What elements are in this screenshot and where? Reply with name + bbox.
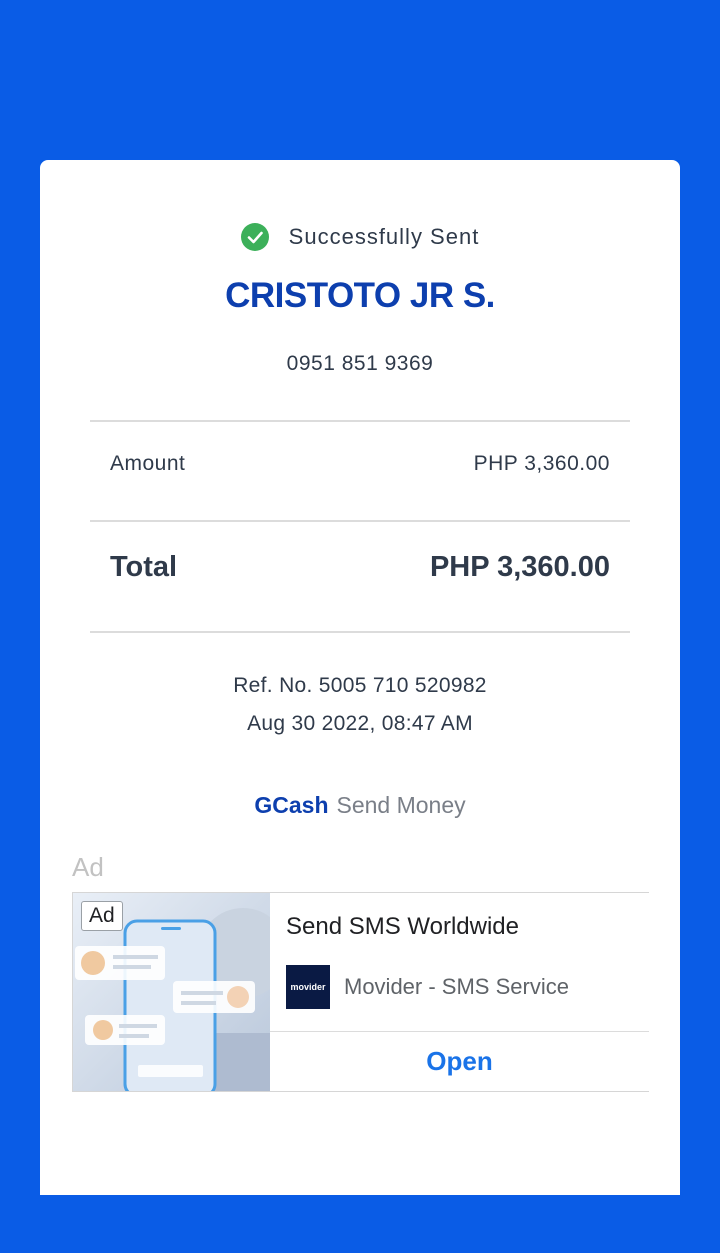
ad-section-label: Ad: [72, 852, 104, 882]
divider: [90, 520, 630, 522]
service-name: Send Money: [336, 792, 466, 818]
advertiser-name[interactable]: Movider - SMS Service: [344, 974, 569, 1000]
amount-label: Amount: [110, 452, 186, 475]
total-label: Total: [110, 551, 178, 583]
ad-badge: Ad: [81, 901, 123, 931]
status-row: Successfully Sent: [40, 222, 680, 252]
total-row: Total PHP 3,360.00: [110, 551, 610, 584]
recipient-number: 0951 851 9369: [286, 352, 434, 375]
ad-image[interactable]: Ad: [73, 893, 270, 1091]
advertiser-logo-text: movider: [290, 982, 326, 992]
amount-row: Amount PHP 3,360.00: [110, 452, 610, 476]
recipient-name: CRISTOTO JR S.: [225, 276, 495, 315]
gcash-brand: GCash: [254, 792, 329, 818]
advertiser-logo: movider: [286, 965, 330, 1009]
total-value: PHP 3,360.00: [429, 551, 610, 583]
divider: [90, 420, 630, 422]
transaction-datetime: Aug 30 2022, 08:47 AM: [247, 712, 473, 735]
receipt-zigzag-edge: [40, 1185, 680, 1195]
status-text: Successfully Sent: [288, 224, 480, 249]
divider: [90, 631, 630, 633]
ad-headline[interactable]: Send SMS Worldwide: [286, 913, 519, 941]
ad-banner[interactable]: Ad Send SMS Worldwide movider Movider - …: [72, 892, 649, 1092]
amount-value: PHP 3,360.00: [473, 452, 610, 475]
reference-number: Ref. No. 5005 710 520982: [233, 674, 487, 697]
check-circle-icon: [240, 223, 269, 251]
service-label: GCash Send Money: [40, 792, 680, 819]
ad-open-button[interactable]: Open: [270, 1032, 649, 1091]
receipt-card: Successfully Sent CRISTOTO JR S. 0951 85…: [40, 160, 680, 1195]
